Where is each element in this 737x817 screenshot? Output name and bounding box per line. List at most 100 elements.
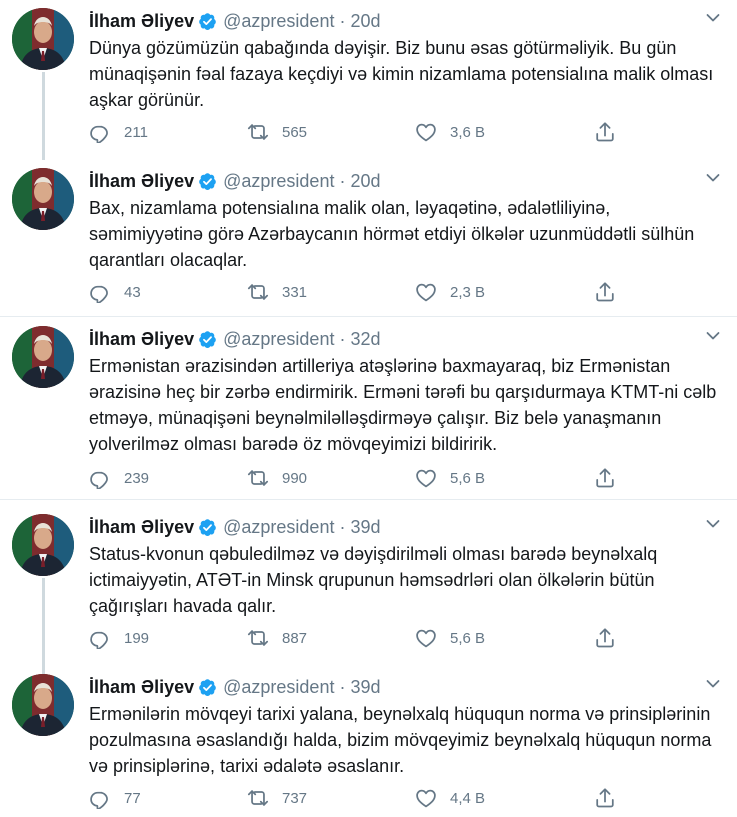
tweet[interactable]: İlham Əliyev @azpresident · 32d Ermənist… [0, 318, 737, 500]
author-handle[interactable]: @azpresident [223, 171, 334, 192]
chevron-down-icon[interactable] [705, 676, 721, 692]
like-count: 2,3 B [450, 283, 486, 301]
retweet-button[interactable]: 331 [247, 281, 307, 303]
retweet-count: 565 [282, 123, 308, 141]
share-button[interactable] [594, 121, 616, 143]
verified-badge-icon [198, 330, 217, 349]
reply-button[interactable]: 239 [89, 467, 149, 489]
reply-icon [89, 281, 111, 303]
reply-icon [89, 787, 111, 809]
reply-button[interactable]: 77 [89, 787, 141, 809]
tweet-text: Status-kvonun qəbuledilməz və dəyişdiril… [89, 544, 658, 616]
author-name[interactable]: İlham Əliyev [89, 171, 194, 192]
tweet-actions: 199 887 5,6 B [89, 627, 629, 649]
reply-count: 199 [124, 629, 150, 647]
avatar-image [12, 326, 74, 388]
share-icon [594, 281, 616, 303]
reply-button[interactable]: 199 [89, 627, 149, 649]
tweet-timestamp[interactable]: 39d [350, 677, 380, 698]
tweet[interactable]: İlham Əliyev @azpresident · 20d Dünya gö… [0, 0, 737, 160]
tweet-timestamp[interactable]: 32d [350, 329, 380, 350]
tweet[interactable]: İlham Əliyev @azpresident · 39d Status-k… [0, 506, 737, 674]
retweet-icon [247, 787, 269, 809]
like-icon [415, 627, 437, 649]
tweet-actions: 239 990 5,6 B [89, 467, 629, 489]
share-icon [594, 787, 616, 809]
tweet-timestamp[interactable]: 39d [350, 517, 380, 538]
retweet-button[interactable]: 565 [247, 121, 307, 143]
chevron-down-icon[interactable] [705, 328, 721, 344]
author-handle[interactable]: @azpresident [223, 329, 334, 350]
chevron-down-icon[interactable] [705, 10, 721, 26]
tweet-header: İlham Əliyev @azpresident · 39d [89, 676, 381, 698]
avatar[interactable] [12, 674, 74, 736]
author-handle[interactable]: @azpresident [223, 677, 334, 698]
like-icon [415, 467, 437, 489]
like-button[interactable]: 4,4 B [415, 787, 485, 809]
reply-count: 43 [124, 283, 141, 301]
retweet-count: 887 [282, 629, 308, 647]
retweet-icon [247, 467, 269, 489]
share-button[interactable] [594, 281, 616, 303]
like-button[interactable]: 3,6 B [415, 121, 485, 143]
separator-dot: · [339, 516, 346, 537]
tweet-text: Ermənilərin mövqeyi tarixi yalana, beynə… [89, 704, 712, 776]
avatar-image [12, 168, 74, 230]
author-handle[interactable]: @azpresident [223, 517, 334, 538]
avatar[interactable] [12, 8, 74, 70]
reply-count: 211 [124, 123, 148, 141]
verified-badge-icon [198, 518, 217, 537]
tweet-actions: 211 565 3,6 B [89, 121, 629, 143]
share-button[interactable] [594, 787, 616, 809]
tweet-timestamp[interactable]: 20d [350, 171, 380, 192]
reply-count: 77 [124, 789, 141, 807]
avatar[interactable] [12, 326, 74, 388]
retweet-count: 331 [282, 283, 308, 301]
retweet-icon [247, 627, 269, 649]
tweet-header: İlham Əliyev @azpresident · 39d [89, 516, 381, 538]
reply-icon [89, 467, 111, 489]
tweet-timestamp[interactable]: 20d [350, 11, 380, 32]
author-name[interactable]: İlham Əliyev [89, 677, 194, 698]
retweet-button[interactable]: 887 [247, 627, 307, 649]
like-button[interactable]: 2,3 B [415, 281, 485, 303]
like-button[interactable]: 5,6 B [415, 627, 485, 649]
tweet-header: İlham Əliyev @azpresident · 20d [89, 170, 381, 192]
like-icon [415, 121, 437, 143]
share-icon [594, 121, 616, 143]
like-icon [415, 281, 437, 303]
avatar[interactable] [12, 168, 74, 230]
separator-dot: · [339, 676, 346, 697]
thread-connector-line [42, 72, 45, 160]
share-button[interactable] [594, 467, 616, 489]
chevron-down-icon[interactable] [705, 516, 721, 532]
tweet-actions: 43 331 2,3 B [89, 281, 629, 303]
tweet[interactable]: İlham Əliyev @azpresident · 20d Bax, niz… [0, 160, 737, 317]
reply-button[interactable]: 211 [89, 121, 148, 143]
author-name[interactable]: İlham Əliyev [89, 329, 194, 350]
avatar[interactable] [12, 514, 74, 576]
like-count: 3,6 B [450, 123, 486, 141]
reply-icon [89, 121, 111, 143]
chevron-down-icon[interactable] [705, 170, 721, 186]
like-button[interactable]: 5,6 B [415, 467, 485, 489]
tweet-timeline: İlham Əliyev @azpresident · 20d Dünya gö… [0, 0, 737, 817]
like-count: 4,4 B [450, 789, 486, 807]
reply-icon [89, 627, 111, 649]
tweet[interactable]: İlham Əliyev @azpresident · 39d Ermənilə… [0, 666, 737, 817]
tweet-actions: 77 737 4,4 B [89, 787, 629, 809]
tweet-text: Bax, nizamlama potensialına malik olan, … [89, 198, 695, 270]
avatar-image [12, 674, 74, 736]
retweet-icon [247, 281, 269, 303]
share-button[interactable] [594, 627, 616, 649]
retweet-button[interactable]: 737 [247, 787, 307, 809]
tweet-header: İlham Əliyev @azpresident · 32d [89, 328, 381, 350]
like-count: 5,6 B [450, 629, 486, 647]
author-name[interactable]: İlham Əliyev [89, 517, 194, 538]
author-name[interactable]: İlham Əliyev [89, 11, 194, 32]
retweet-button[interactable]: 990 [247, 467, 307, 489]
author-handle[interactable]: @azpresident [223, 11, 334, 32]
share-icon [594, 627, 616, 649]
reply-button[interactable]: 43 [89, 281, 141, 303]
thread-connector-line [42, 578, 45, 674]
